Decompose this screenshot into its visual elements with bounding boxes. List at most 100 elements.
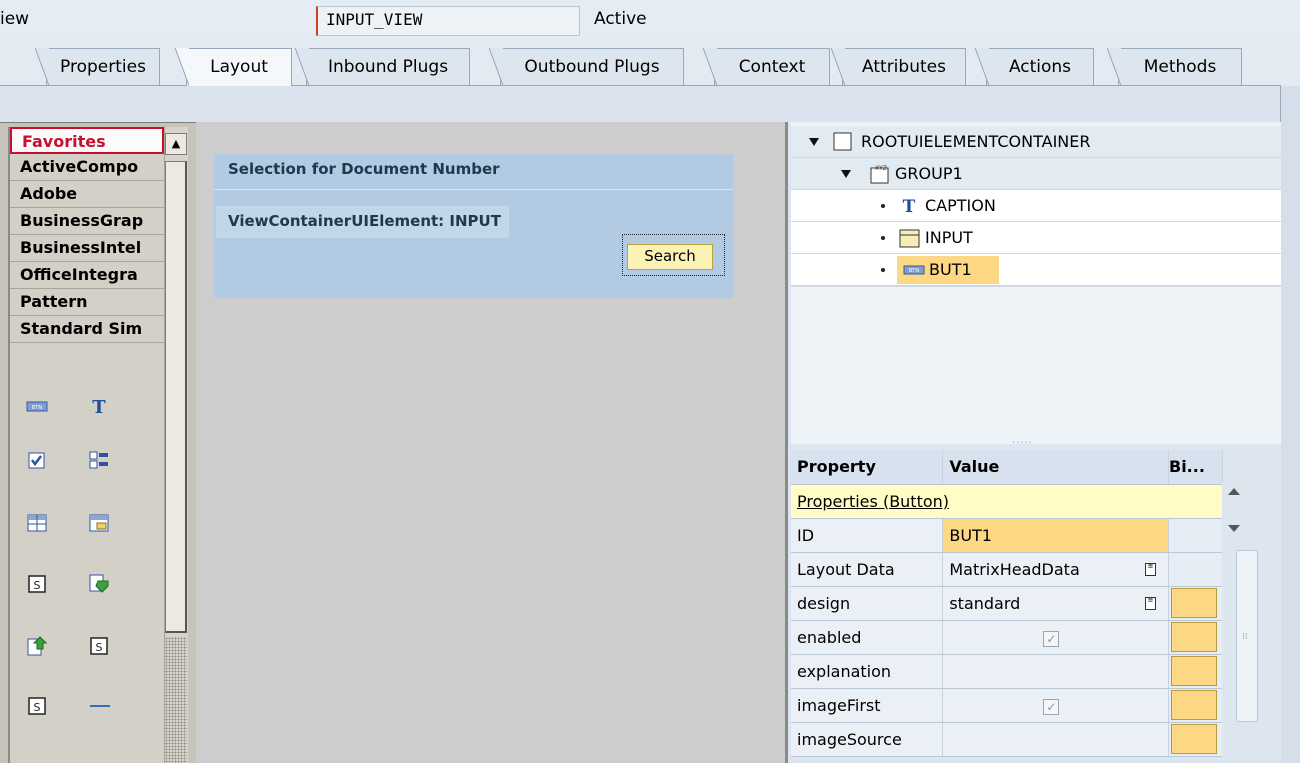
viewcontainer-icon bbox=[899, 229, 920, 248]
palette-category-standard-simple[interactable]: Standard Sim bbox=[10, 316, 164, 343]
property-value-text: MatrixHeadData bbox=[949, 559, 1080, 579]
script-icon[interactable]: S bbox=[26, 573, 48, 595]
palette-category-activecomponent[interactable]: ActiveCompo bbox=[10, 154, 164, 181]
table-row[interactable]: imageSource bbox=[791, 722, 1223, 757]
property-value-text: standard bbox=[949, 593, 1021, 613]
property-value[interactable]: BUT1 bbox=[942, 518, 1169, 553]
details-icon[interactable]: ≡ bbox=[1145, 562, 1156, 576]
checkbox-icon[interactable] bbox=[26, 449, 48, 471]
imagefirst-checkbox[interactable]: ✓ bbox=[1043, 698, 1060, 715]
textview-icon[interactable]: T bbox=[88, 395, 110, 418]
svg-text:S: S bbox=[34, 701, 41, 714]
table-row[interactable]: design standard ≡ bbox=[791, 586, 1223, 621]
table-row[interactable]: imageFirst ✓ bbox=[791, 688, 1223, 723]
binding-button[interactable] bbox=[1171, 724, 1217, 754]
view-label: iew bbox=[0, 9, 30, 29]
view-header: iew INPUT_VIEW Active bbox=[0, 0, 1300, 38]
tab-outbound-plugs[interactable]: Outbound Plugs bbox=[489, 48, 684, 86]
property-value[interactable]: MatrixHeadData ≡ bbox=[942, 552, 1169, 587]
property-name: imageFirst bbox=[791, 688, 944, 723]
table-row[interactable]: explanation bbox=[791, 654, 1223, 689]
table-row[interactable]: enabled ✓ bbox=[791, 620, 1223, 655]
enabled-checkbox[interactable]: ✓ bbox=[1043, 630, 1060, 647]
caption-icon: T bbox=[903, 197, 916, 216]
palette-category-adobe[interactable]: Adobe bbox=[10, 181, 164, 208]
bullet-icon bbox=[881, 236, 885, 240]
tree-node-but1[interactable]: BTN BUT1 bbox=[791, 254, 1281, 286]
group-icon: XYZ bbox=[870, 165, 889, 184]
scroll-up-icon[interactable] bbox=[1228, 488, 1240, 495]
design-group[interactable]: Selection for Document Number ViewContai… bbox=[214, 154, 733, 298]
scroll-thumb[interactable] bbox=[165, 161, 187, 633]
tree-node-group1[interactable]: XYZ GROUP1 bbox=[791, 158, 1281, 190]
svg-text:S: S bbox=[34, 579, 41, 592]
upload-icon[interactable] bbox=[26, 635, 48, 657]
script-icon[interactable]: S bbox=[88, 635, 110, 657]
properties-panel: Property Value Bi... Properties (Button)… bbox=[791, 446, 1281, 763]
tree-node-label: CAPTION bbox=[925, 196, 996, 215]
properties-scrollbar[interactable]: ⁞⁞ bbox=[1222, 482, 1258, 763]
palette-category-officeintegration[interactable]: OfficeIntegra bbox=[10, 262, 164, 289]
window-edge bbox=[1281, 86, 1300, 763]
expand-triangle-icon[interactable] bbox=[841, 170, 851, 178]
property-value[interactable] bbox=[942, 722, 1169, 757]
table-row[interactable]: Layout Data MatrixHeadData ≡ bbox=[791, 552, 1223, 587]
tree-node-input[interactable]: INPUT bbox=[791, 222, 1281, 254]
button-icon[interactable]: BTN bbox=[26, 395, 48, 417]
scroll-track[interactable] bbox=[165, 637, 187, 763]
layout-canvas[interactable]: Selection for Document Number ViewContai… bbox=[196, 122, 788, 763]
property-name: explanation bbox=[791, 654, 944, 689]
binding-button[interactable] bbox=[1171, 588, 1217, 618]
binding-cell bbox=[1168, 518, 1223, 553]
column-header-value[interactable]: Value bbox=[942, 450, 1169, 485]
tree-node-root[interactable]: ROOTUIELEMENTCONTAINER bbox=[791, 126, 1281, 158]
binding-button[interactable] bbox=[1171, 656, 1217, 686]
script-icon[interactable]: S bbox=[26, 695, 48, 717]
download-icon[interactable] bbox=[88, 573, 110, 595]
tree-node-caption[interactable]: T CAPTION bbox=[791, 190, 1281, 222]
table-icon[interactable] bbox=[26, 512, 48, 534]
svg-text:T: T bbox=[92, 397, 106, 417]
view-container-element[interactable]: ViewContainerUIElement: INPUT bbox=[216, 206, 509, 238]
property-value[interactable] bbox=[942, 654, 1169, 689]
palette-list: Favorites ActiveCompo Adobe BusinessGrap… bbox=[8, 127, 164, 763]
palette-scrollbar[interactable]: ▲ bbox=[164, 127, 188, 763]
table-row[interactable]: ID BUT1 bbox=[791, 518, 1223, 553]
svg-text:BTN: BTN bbox=[32, 405, 42, 411]
column-header-binding[interactable]: Bi... bbox=[1168, 450, 1223, 485]
property-name: imageSource bbox=[791, 722, 944, 757]
tab-attributes[interactable]: Attributes bbox=[831, 48, 966, 86]
scroll-up-button[interactable]: ▲ bbox=[165, 133, 187, 155]
tab-context[interactable]: Context bbox=[703, 48, 830, 86]
tree-node-label: GROUP1 bbox=[895, 164, 963, 183]
tab-actions[interactable]: Actions bbox=[975, 48, 1094, 86]
property-value[interactable]: standard ≡ bbox=[942, 586, 1169, 621]
expand-triangle-icon[interactable] bbox=[809, 138, 819, 146]
tab-methods[interactable]: Methods bbox=[1107, 48, 1242, 86]
scroll-down-icon[interactable] bbox=[1228, 525, 1240, 532]
binding-button[interactable] bbox=[1171, 622, 1217, 652]
svg-text:BTN: BTN bbox=[909, 268, 919, 274]
search-button[interactable]: Search bbox=[627, 244, 713, 270]
binding-button[interactable] bbox=[1171, 690, 1217, 720]
tree-node-label: ROOTUIELEMENTCONTAINER bbox=[861, 132, 1091, 151]
tab-inbound-plugs[interactable]: Inbound Plugs bbox=[295, 48, 470, 86]
svg-text:XYZ: XYZ bbox=[875, 165, 887, 172]
separator-icon[interactable] bbox=[88, 695, 110, 717]
palette-category-businessintelligence[interactable]: BusinessIntel bbox=[10, 235, 164, 262]
palette-category-businessgraphics[interactable]: BusinessGrap bbox=[10, 208, 164, 235]
tab-layout[interactable]: Layout bbox=[175, 48, 292, 86]
tree-table-icon[interactable] bbox=[88, 512, 110, 534]
palette-category-pattern[interactable]: Pattern bbox=[10, 289, 164, 316]
view-name-field[interactable]: INPUT_VIEW bbox=[316, 6, 580, 36]
property-value[interactable]: ✓ bbox=[942, 620, 1169, 655]
property-name: enabled bbox=[791, 620, 944, 655]
properties-section-header[interactable]: Properties (Button) bbox=[791, 484, 1223, 519]
checkbox-group-icon[interactable] bbox=[88, 449, 110, 471]
palette-category-favorites[interactable]: Favorites bbox=[10, 127, 164, 154]
property-value[interactable]: ✓ bbox=[942, 688, 1169, 723]
scroll-grip-icon: ⁞⁞ bbox=[1242, 632, 1248, 642]
details-icon[interactable]: ≡ bbox=[1145, 596, 1156, 610]
column-header-property[interactable]: Property bbox=[791, 450, 944, 485]
tab-properties[interactable]: Properties bbox=[35, 48, 160, 86]
